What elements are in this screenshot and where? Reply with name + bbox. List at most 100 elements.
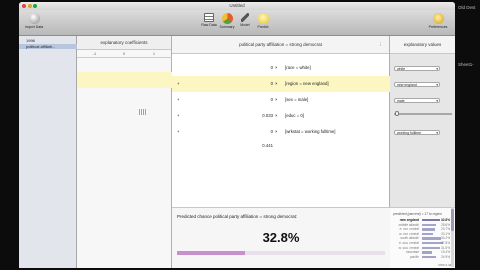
prediction-row[interactable]: south atlantic 34.2% [393,236,455,240]
raw-data-button[interactable]: Raw Data [200,13,218,27]
model-row[interactable]: +0.033 × [educ = 0] [172,108,390,124]
prediction-row-bar [422,223,437,226]
education-slider[interactable] [394,111,452,116]
coefficients-header: explanatory coefficients [77,36,171,50]
scrollbar-thumb[interactable] [451,209,454,231]
prediction-row-value: 25.6% [441,222,451,227]
import-icon [28,13,40,24]
prediction-row-value: 37.8% [441,241,451,245]
zoom-window-button[interactable] [33,4,37,8]
coefficient-row-highlight [77,72,172,88]
prediction-row-bar [422,219,441,222]
prediction-row-bar [422,232,433,236]
prediction-row[interactable]: e. sou. central 37.8% [393,241,455,245]
predict-label: Predict [257,25,269,29]
preferences-label: Preferences [428,25,448,29]
row-coefficient: 0.033 [262,113,273,118]
prediction-row[interactable]: new england 32.8% [393,218,455,222]
row-term: [sex = male] [285,97,309,102]
explanatory-header: explanatory values [390,36,455,54]
prediction-row-name: mountain [405,250,419,255]
import-data-button[interactable]: Import Data [21,13,47,29]
model-button[interactable]: Model [236,13,254,27]
prediction-row-name: new england [399,218,419,222]
prediction-row[interactable]: middle atlantic 25.6% [393,223,455,227]
explanatory-dropdown[interactable]: working fulltime [394,130,440,135]
model-row[interactable]: +0 × [region = new england] [172,76,390,92]
prediction-label: Predicted chance political party affilia… [177,214,298,219]
row-times: × [275,113,278,118]
prediction-row-value: 19.4% [441,250,451,255]
prediction-bar-fill [177,251,246,255]
model-panel: political party affiliation = strong dem… [172,36,390,268]
prediction-row-name: w. nor. central [399,231,419,236]
summary-button[interactable]: Summary [218,13,236,29]
row-coefficient: 0 [270,65,273,70]
prediction-row-value: 20.1% [441,231,451,236]
axis-tick-low: -1 [93,52,97,56]
prediction-scrollbar[interactable] [451,207,454,267]
predict-button[interactable]: Predict [254,13,272,29]
app-window: Untitled Import Data Raw Data Summary Mo… [19,2,455,268]
model-row[interactable]: 0 × [race = white] [172,60,390,76]
prediction-row-bar [422,255,436,259]
row-coefficient: 0.441 [262,143,273,148]
more-options-icon[interactable]: ⋮ [379,36,384,54]
prediction-row-value: 34.2% [441,236,451,241]
explanatory-dropdown[interactable]: male [394,98,440,103]
close-window-button[interactable] [22,4,26,8]
prediction-row-bar [422,242,443,245]
prediction-row-name: south atlantic [400,236,419,241]
title-bar: Untitled [19,2,455,10]
lightbulb-icon [257,13,269,24]
prediction-row-name: middle atlantic [398,222,419,227]
prediction-row[interactable]: w. sou. central 31.5% [393,246,455,250]
prediction-row-name: e. sou. central [398,241,419,245]
pie-chart-icon [221,13,233,24]
prediction-row[interactable]: mountain 19.4% [393,250,455,254]
prediction-row-bar [422,228,436,231]
prediction-row[interactable]: e. nor. central 23.7% [393,227,455,231]
desktop-label-1: Old Dest [458,5,476,10]
row-coefficient: 0 [270,81,273,86]
prediction-row-value: 23.7% [441,227,451,232]
prediction-table: predicted (parcent) = 17 to region new e… [390,207,455,268]
coefficients-panel: explanatory coefficients -1 0 1 [77,36,172,268]
desktop-label-2: Sheet1- [458,62,474,67]
row-coefficient: 0 [270,97,273,102]
slider-knob[interactable] [395,111,400,116]
preferences-icon [432,13,444,24]
model-row[interactable]: +0 × [sex = male] [172,92,390,108]
sidebar-item-political-affiliation[interactable]: political affiliati... [19,44,77,49]
toolbar: Import Data Raw Data Summary Model Predi… [19,10,455,36]
prediction-row-name: pacific [409,254,419,259]
window-title: Untitled [229,3,245,8]
prediction-row[interactable]: w. nor. central 20.1% [393,232,455,236]
model-label: Model [240,23,250,27]
prediction-value: 32.8% [262,230,300,245]
row-operator: + [177,81,180,86]
prediction-row-value: 24.9% [441,254,451,259]
row-term: [race = white] [285,65,311,70]
coefficient-axis: -1 0 1 [77,50,172,58]
prediction-bar-track [177,251,385,255]
row-term: [educ = 0] [285,113,304,118]
row-operator: + [177,113,180,118]
preferences-button[interactable]: Preferences [423,13,453,29]
prediction-row-name: e. nor. central [399,227,419,232]
prediction-row-value: 32.8% [441,218,451,222]
prediction-row-value: 31.5% [441,245,451,250]
model-row[interactable]: 0.441 [172,138,390,154]
prediction-row-bar [422,237,441,240]
axis-tick-high: 1 [153,52,155,56]
sidebar-item-1996[interactable]: 1996 [22,38,35,43]
minimize-window-button[interactable] [27,4,32,8]
prediction-row-name: w. sou. central [398,245,419,250]
table-icon [204,13,214,22]
explanatory-dropdown[interactable]: new england [394,82,440,87]
row-operator: + [177,97,180,102]
prediction-row[interactable]: pacific 24.9% [393,255,455,259]
explanatory-dropdown[interactable]: white [394,66,440,71]
row-times: × [275,97,278,102]
row-times: × [275,81,278,86]
